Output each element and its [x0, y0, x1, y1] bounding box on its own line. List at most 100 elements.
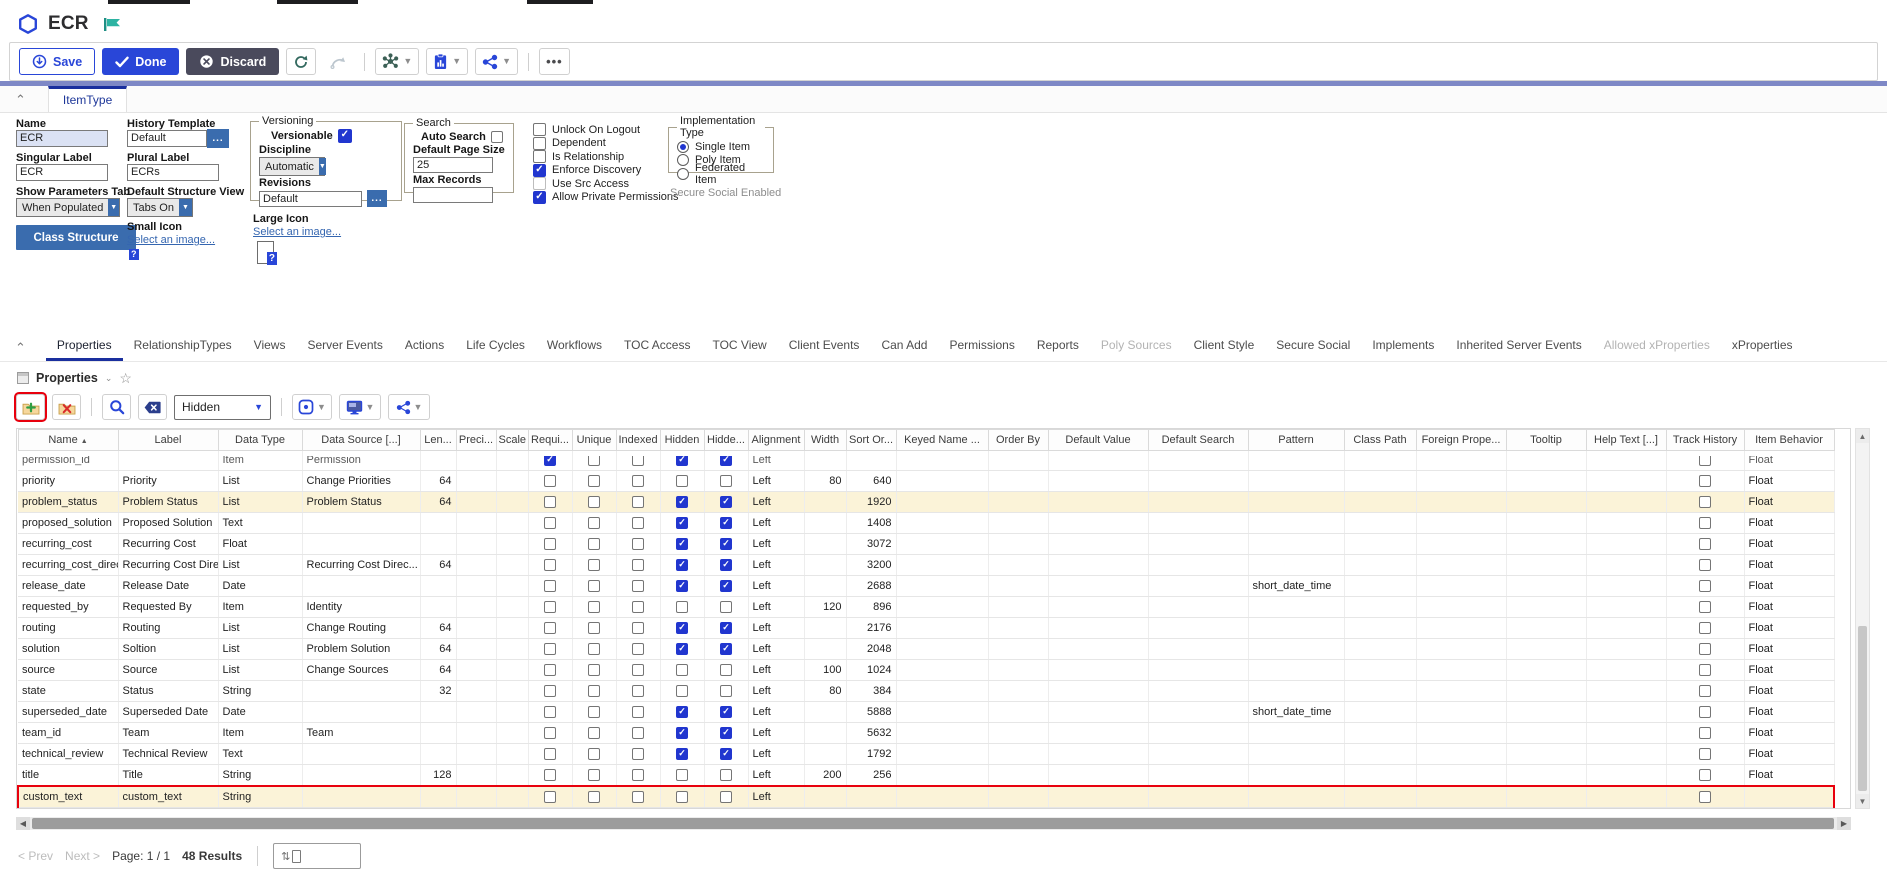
table-row[interactable]: solutionSoltionListProblem Solution64Lef…: [18, 639, 1834, 660]
tab-reports[interactable]: Reports: [1026, 332, 1090, 361]
column-header-scale[interactable]: Scale: [496, 430, 528, 451]
refresh-button[interactable]: [286, 48, 316, 75]
checkbox[interactable]: [588, 706, 600, 718]
checkbox[interactable]: [720, 727, 732, 739]
checkbox[interactable]: [1699, 517, 1711, 529]
max-records-input[interactable]: [413, 187, 493, 203]
column-header-tooltip[interactable]: Tooltip: [1506, 430, 1586, 451]
table-row[interactable]: recurring_costRecurring CostFloatLeft307…: [18, 534, 1834, 555]
column-header-hidden[interactable]: Hidden: [660, 430, 704, 451]
tab-actions[interactable]: Actions: [394, 332, 455, 361]
checkbox[interactable]: [588, 538, 600, 550]
checkbox[interactable]: [544, 601, 556, 613]
horizontal-scrollbar-thumb[interactable]: [32, 818, 1834, 829]
checkbox[interactable]: [720, 643, 732, 655]
column-header-data_source[interactable]: Data Source [...]: [302, 430, 420, 451]
table-row[interactable]: problem_statusProblem StatusListProblem …: [18, 492, 1834, 513]
tab-itemtype[interactable]: ItemType: [48, 86, 127, 112]
singular-label-input[interactable]: ECR: [16, 164, 108, 181]
column-header-name[interactable]: Name▲: [18, 430, 118, 451]
tab-allowed-xproperties[interactable]: Allowed xProperties: [1593, 332, 1721, 361]
checkbox[interactable]: [632, 559, 644, 571]
checkbox[interactable]: [588, 580, 600, 592]
checkbox[interactable]: [533, 137, 546, 150]
column-header-default_value[interactable]: Default Value: [1048, 430, 1148, 451]
table-row[interactable]: release_dateRelease DateDateLeft2688shor…: [18, 576, 1834, 597]
column-header-hidden2[interactable]: Hidde...: [704, 430, 748, 451]
save-button[interactable]: Save: [19, 48, 95, 75]
checkbox[interactable]: [676, 727, 688, 739]
column-header-col_width[interactable]: Width: [804, 430, 846, 451]
column-header-sort_order[interactable]: Sort Or...: [846, 430, 896, 451]
radio-federated-item[interactable]: Federated Item: [677, 167, 765, 181]
clear-search-button[interactable]: [138, 394, 167, 420]
column-header-keyed_name[interactable]: Keyed Name ...: [896, 430, 988, 451]
checkbox[interactable]: [632, 791, 644, 803]
checkbox[interactable]: [676, 664, 688, 676]
checkbox[interactable]: [1699, 791, 1711, 803]
checkbox[interactable]: [588, 727, 600, 739]
table-row[interactable]: stateStatusString32Left80384Float: [18, 681, 1834, 702]
radio-button[interactable]: [677, 168, 689, 180]
structure-browser-dropdown-button[interactable]: ▼: [375, 48, 419, 75]
checkbox[interactable]: [533, 191, 546, 204]
delete-property-button[interactable]: [52, 394, 81, 420]
checkbox[interactable]: [544, 769, 556, 781]
column-header-class_path[interactable]: Class Path: [1344, 430, 1416, 451]
column-header-item_behavior[interactable]: Item Behavior: [1744, 430, 1834, 451]
redo-button[interactable]: [323, 48, 354, 75]
checkbox[interactable]: [1699, 685, 1711, 697]
column-header-order_by[interactable]: Order By: [988, 430, 1048, 451]
share-dropdown-button[interactable]: ▼: [475, 48, 518, 75]
checkbox[interactable]: [632, 601, 644, 613]
checkbox[interactable]: [676, 559, 688, 571]
checkbox[interactable]: [1699, 538, 1711, 550]
table-row[interactable]: priorityPriorityListChange Priorities64L…: [18, 471, 1834, 492]
focus-view-dropdown-button[interactable]: ▼: [292, 394, 332, 420]
table-row[interactable]: recurring_cost_direc...Recurring Cost Di…: [18, 555, 1834, 576]
column-header-indexed[interactable]: Indexed: [616, 430, 660, 451]
checkbox[interactable]: [676, 475, 688, 487]
tab-client-style[interactable]: Client Style: [1183, 332, 1266, 361]
history-template-input[interactable]: Default: [127, 130, 207, 147]
checkbox[interactable]: [632, 748, 644, 760]
checkbox[interactable]: [544, 496, 556, 508]
checkbox[interactable]: [676, 580, 688, 592]
tab-inherited-server-events[interactable]: Inherited Server Events: [1445, 332, 1592, 361]
plural-label-input[interactable]: ECRs: [127, 164, 219, 181]
tab-server-events[interactable]: Server Events: [296, 332, 393, 361]
checkbox[interactable]: [676, 685, 688, 697]
display-view-dropdown-button[interactable]: ▼: [339, 394, 381, 420]
filter-select[interactable]: Hidden ▼: [174, 395, 271, 420]
checkbox[interactable]: [632, 580, 644, 592]
table-row[interactable]: titleTitleString128Left200256Float: [18, 765, 1834, 787]
checkbox[interactable]: [544, 475, 556, 487]
table-row[interactable]: permission_idItemPermissionLeftFloat: [18, 451, 1834, 471]
checkbox[interactable]: [588, 664, 600, 676]
checkbox[interactable]: [720, 706, 732, 718]
tab-properties[interactable]: Properties: [46, 332, 123, 361]
revisions-input[interactable]: Default: [259, 191, 362, 207]
done-button[interactable]: Done: [102, 48, 179, 75]
tab-permissions[interactable]: Permissions: [938, 332, 1025, 361]
column-header-alignment[interactable]: Alignment: [748, 430, 804, 451]
checkbox[interactable]: [1699, 475, 1711, 487]
scroll-up-arrow[interactable]: ▲: [1856, 429, 1869, 443]
checkbox[interactable]: [588, 517, 600, 529]
checkbox[interactable]: [544, 643, 556, 655]
table-row[interactable]: requested_byRequested ByItemIdentityLeft…: [18, 597, 1834, 618]
tab-views[interactable]: Views: [243, 332, 297, 361]
share-grid-dropdown-button[interactable]: ▼: [388, 394, 430, 420]
checkbox[interactable]: [1699, 601, 1711, 613]
table-row[interactable]: team_idTeamItemTeamLeft5632Float: [18, 723, 1834, 744]
checkbox[interactable]: [533, 164, 546, 177]
checkbox[interactable]: [544, 580, 556, 592]
checkbox[interactable]: [632, 664, 644, 676]
column-header-default_search[interactable]: Default Search: [1148, 430, 1248, 451]
checkbox[interactable]: [632, 456, 644, 466]
checkbox-dependent[interactable]: Dependent: [533, 137, 679, 151]
table-row[interactable]: sourceSourceListChange Sources64Left1001…: [18, 660, 1834, 681]
favorite-star-icon[interactable]: ☆: [119, 371, 132, 385]
checkbox[interactable]: [1699, 580, 1711, 592]
checkbox[interactable]: [588, 456, 600, 466]
